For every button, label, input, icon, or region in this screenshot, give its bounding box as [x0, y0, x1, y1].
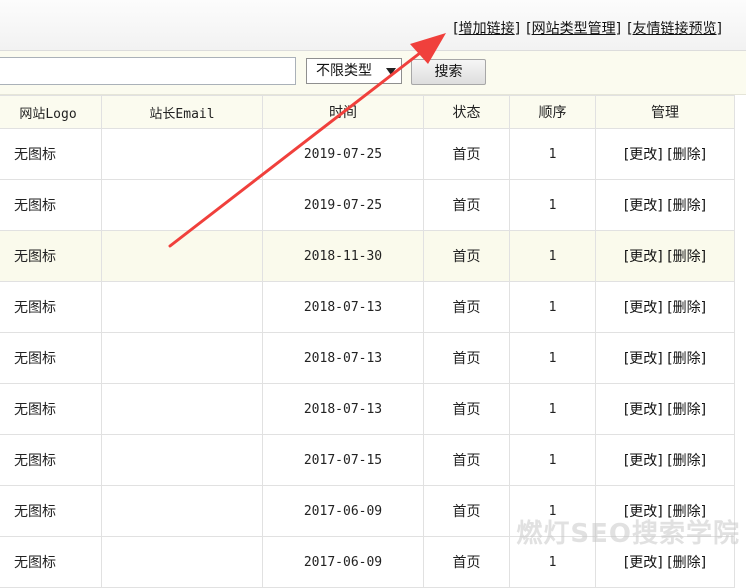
cell-status: 首页	[423, 383, 510, 435]
cell-order: 1	[509, 434, 596, 486]
table-row: 无图标 2018-07-13 首页 1 [更改] [删除]	[0, 281, 735, 333]
bracket-close: ]	[514, 21, 521, 37]
cell-email	[101, 383, 263, 435]
cell-date: 2018-07-13	[262, 383, 424, 435]
header-status: 状态	[423, 95, 510, 129]
table-row: 无图标 2017-07-15 首页 1 [更改] [删除]	[0, 434, 735, 486]
delete-link[interactable]: [删除]	[667, 402, 706, 418]
cell-logo: 无图标	[0, 281, 102, 333]
bracket-close: ]	[615, 21, 622, 37]
top-toolbar: [增加链接] [网站类型管理] [友情链接预览]	[0, 0, 746, 51]
top-links: [增加链接] [网站类型管理] [友情链接预览]	[453, 18, 722, 38]
header-time: 时间	[262, 95, 424, 129]
cell-actions: [更改] [删除]	[595, 383, 735, 435]
cell-logo: 无图标	[0, 230, 102, 282]
delete-link[interactable]: [删除]	[667, 198, 706, 214]
cell-status: 首页	[423, 332, 510, 384]
cell-actions: [更改] [删除]	[595, 230, 735, 282]
edit-link[interactable]: [更改]	[624, 351, 663, 367]
cell-order: 1	[509, 179, 596, 231]
header-order: 顺序	[509, 95, 596, 129]
cell-email	[101, 281, 263, 333]
delete-link[interactable]: [删除]	[667, 555, 706, 571]
cell-logo: 无图标	[0, 485, 102, 537]
type-manage-link[interactable]: 网站类型管理	[532, 21, 616, 37]
type-select-value: 不限类型	[316, 63, 372, 79]
cell-date: 2018-11-30	[262, 230, 424, 282]
cell-order: 1	[509, 128, 596, 180]
cell-actions: [更改] [删除]	[595, 128, 735, 180]
edit-link[interactable]: [更改]	[624, 555, 663, 571]
edit-link[interactable]: [更改]	[624, 300, 663, 316]
delete-link[interactable]: [删除]	[667, 147, 706, 163]
watermark: 燃灯SEO搜索学院	[516, 519, 740, 549]
search-input[interactable]	[0, 57, 296, 85]
bracket-close: ]	[716, 21, 722, 37]
header-manage: 管理	[595, 95, 735, 129]
cell-actions: [更改] [删除]	[595, 179, 735, 231]
cell-date: 2019-07-25	[262, 128, 424, 180]
table-header-row: 网站Logo 站长Email 时间 状态 顺序 管理	[0, 95, 735, 129]
cell-order: 1	[509, 332, 596, 384]
cell-email	[101, 128, 263, 180]
add-link-button[interactable]: 增加链接	[459, 21, 515, 37]
cell-logo: 无图标	[0, 128, 102, 180]
cell-actions: [更改] [删除]	[595, 434, 735, 486]
delete-link[interactable]: [删除]	[667, 249, 706, 265]
cell-email	[101, 230, 263, 282]
preview-link[interactable]: 友情链接预览	[633, 21, 717, 37]
cell-order: 1	[509, 383, 596, 435]
search-button[interactable]: 搜索	[411, 59, 486, 85]
edit-link[interactable]: [更改]	[624, 198, 663, 214]
cell-date: 2018-07-13	[262, 332, 424, 384]
header-email: 站长Email	[101, 95, 263, 129]
edit-link[interactable]: [更改]	[624, 453, 663, 469]
cell-date: 2017-06-09	[262, 485, 424, 537]
search-bar: 不限类型 搜索	[0, 51, 746, 95]
chevron-down-icon	[386, 68, 396, 75]
cell-logo: 无图标	[0, 179, 102, 231]
table-row: 无图标 2019-07-25 首页 1 [更改] [删除]	[0, 179, 735, 231]
cell-email	[101, 536, 263, 588]
cell-actions: [更改] [删除]	[595, 332, 735, 384]
cell-date: 2019-07-25	[262, 179, 424, 231]
cell-email	[101, 434, 263, 486]
cell-status: 首页	[423, 536, 510, 588]
cell-order: 1	[509, 281, 596, 333]
cell-status: 首页	[423, 179, 510, 231]
cell-email	[101, 332, 263, 384]
cell-status: 首页	[423, 434, 510, 486]
delete-link[interactable]: [删除]	[667, 453, 706, 469]
header-logo: 网站Logo	[0, 95, 102, 129]
cell-status: 首页	[423, 485, 510, 537]
table-row: 无图标 2018-07-13 首页 1 [更改] [删除]	[0, 332, 735, 384]
edit-link[interactable]: [更改]	[624, 402, 663, 418]
cell-logo: 无图标	[0, 434, 102, 486]
cell-order: 1	[509, 230, 596, 282]
cell-date: 2017-06-09	[262, 536, 424, 588]
cell-logo: 无图标	[0, 383, 102, 435]
cell-logo: 无图标	[0, 536, 102, 588]
cell-status: 首页	[423, 128, 510, 180]
cell-date: 2017-07-15	[262, 434, 424, 486]
cell-email	[101, 485, 263, 537]
table-row: 无图标 2019-07-25 首页 1 [更改] [删除]	[0, 128, 735, 180]
cell-status: 首页	[423, 281, 510, 333]
delete-link[interactable]: [删除]	[667, 351, 706, 367]
cell-email	[101, 179, 263, 231]
cell-date: 2018-07-13	[262, 281, 424, 333]
edit-link[interactable]: [更改]	[624, 147, 663, 163]
edit-link[interactable]: [更改]	[624, 249, 663, 265]
cell-status: 首页	[423, 230, 510, 282]
table-row: 无图标 2018-07-13 首页 1 [更改] [删除]	[0, 383, 735, 435]
type-select[interactable]: 不限类型	[306, 58, 402, 84]
delete-link[interactable]: [删除]	[667, 300, 706, 316]
table-row: 无图标 2018-11-30 首页 1 [更改] [删除]	[0, 230, 735, 282]
cell-actions: [更改] [删除]	[595, 281, 735, 333]
cell-logo: 无图标	[0, 332, 102, 384]
